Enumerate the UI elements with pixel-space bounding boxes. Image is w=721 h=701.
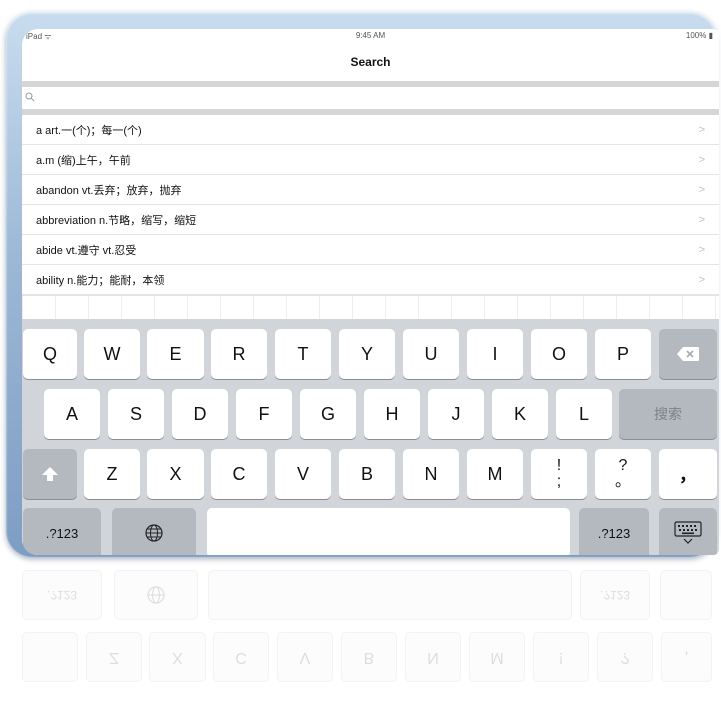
reflection-key: .?123 — [580, 570, 650, 620]
key-stack: ! ; — [557, 458, 561, 490]
search-field[interactable] — [22, 87, 719, 109]
list-item[interactable]: a art.一(个)；每一(个) > — [22, 115, 719, 145]
reflection-key: N — [405, 632, 461, 682]
chevron-right-icon: > — [698, 123, 705, 136]
status-bar: iPad ᯤ 9:45 AM 100% ▮ — [22, 29, 719, 42]
list-item-label: abide vt.遵守 vt.忍受 — [36, 244, 137, 257]
numbers-key-left[interactable]: .?123 — [23, 508, 101, 555]
key-top-char: ? — [618, 457, 628, 474]
reflection-key: .?123 — [22, 570, 102, 620]
reflection-key: V — [277, 632, 333, 682]
device-screen: iPad ᯤ 9:45 AM 100% ▮ Search a art.一(个)；… — [22, 29, 719, 555]
key-m[interactable]: M — [467, 449, 523, 499]
reflection-key: , — [661, 632, 712, 682]
key-y[interactable]: Y — [339, 329, 395, 379]
page-title: Search — [350, 54, 391, 69]
key-v[interactable]: V — [275, 449, 331, 499]
reflection-key — [660, 570, 712, 620]
numbers-key-right[interactable]: .?123 — [579, 508, 649, 555]
key-n[interactable]: N — [403, 449, 459, 499]
key-l[interactable]: L — [556, 389, 612, 439]
key-x[interactable]: X — [147, 449, 204, 499]
key-f[interactable]: F — [236, 389, 292, 439]
list-item[interactable]: ability n.能力；能耐，本领 > — [22, 265, 719, 295]
globe-key[interactable] — [112, 508, 196, 555]
globe-icon — [147, 586, 165, 604]
key-question-period[interactable]: ? 。 — [595, 449, 651, 499]
key-g[interactable]: G — [300, 389, 356, 439]
search-input[interactable] — [22, 87, 719, 109]
word-list: a art.一(个)；每一(个) > a.m (缩)上午，午前 > abando… — [22, 115, 719, 295]
list-item[interactable]: a.m (缩)上午，午前 > — [22, 145, 719, 175]
key-q[interactable]: Q — [23, 329, 77, 379]
key-t[interactable]: T — [275, 329, 331, 379]
reflection-globe-icon — [114, 570, 198, 620]
chevron-right-icon: > — [698, 243, 705, 256]
key-j[interactable]: J — [428, 389, 484, 439]
key-h[interactable]: H — [364, 389, 420, 439]
key-p[interactable]: P — [595, 329, 651, 379]
reflection-key: C — [213, 632, 269, 682]
reflection-key: X — [149, 632, 206, 682]
globe-icon — [145, 524, 163, 542]
hide-keyboard-key[interactable] — [659, 508, 717, 555]
device-frame: iPad ᯤ 9:45 AM 100% ▮ Search a art.一(个)；… — [6, 12, 719, 557]
list-item[interactable]: abandon vt.丢弃；放弃，抛弃 > — [22, 175, 719, 205]
key-w[interactable]: W — [84, 329, 140, 379]
backspace-icon — [677, 347, 699, 361]
list-item-label: abbreviation n.节略，缩写，缩短 — [36, 214, 197, 227]
search-key[interactable]: 搜索 — [619, 389, 717, 439]
key-c[interactable]: C — [211, 449, 267, 499]
status-time: 9:45 AM — [355, 31, 386, 40]
reflection-key: ? — [597, 632, 653, 682]
reflection-key: M — [469, 632, 525, 682]
key-a[interactable]: A — [44, 389, 100, 439]
list-item-label: a art.一(个)；每一(个) — [36, 124, 142, 137]
chevron-right-icon: > — [698, 273, 705, 286]
key-e[interactable]: E — [147, 329, 204, 379]
status-battery: 100% ▮ — [685, 31, 713, 40]
list-item-label: ability n.能力；能耐，本领 — [36, 274, 165, 287]
chevron-right-icon: > — [698, 153, 705, 166]
key-o[interactable]: O — [531, 329, 587, 379]
keyboard-hide-icon — [674, 521, 702, 544]
key-u[interactable]: U — [403, 329, 459, 379]
reflection-key — [22, 632, 78, 682]
chevron-right-icon: > — [698, 183, 705, 196]
keyboard-reflection: .?123 .?123 Z X C V B N M ! ? , — [22, 566, 712, 696]
key-d[interactable]: D — [172, 389, 228, 439]
key-k[interactable]: K — [492, 389, 548, 439]
key-comma[interactable]: ， — [659, 449, 717, 499]
space-key[interactable] — [207, 508, 570, 555]
navigation-bar: Search — [22, 42, 719, 82]
list-item-label: abandon vt.丢弃；放弃，抛弃 — [36, 184, 182, 197]
key-exclaim-semicolon[interactable]: ! ; — [531, 449, 587, 499]
reflection-key: B — [341, 632, 397, 682]
list-item[interactable]: abbreviation n.节略，缩写，缩短 > — [22, 205, 719, 235]
key-b[interactable]: B — [339, 449, 395, 499]
onscreen-keyboard: Q W E R T Y U I O P A S D F G H J K L 搜索… — [22, 319, 719, 555]
key-bottom-char: 。 — [614, 473, 631, 490]
key-z[interactable]: Z — [84, 449, 140, 499]
key-i[interactable]: I — [467, 329, 523, 379]
shift-icon — [42, 467, 58, 481]
search-icon — [25, 92, 35, 102]
shift-key[interactable] — [23, 449, 77, 499]
reflection-key — [208, 570, 572, 620]
key-bottom-char: ; — [556, 473, 562, 490]
chevron-right-icon: > — [698, 213, 705, 226]
key-stack: ? 。 — [615, 458, 631, 490]
key-r[interactable]: R — [211, 329, 267, 379]
key-top-char: ! — [556, 457, 562, 474]
search-bar — [22, 82, 719, 115]
backspace-key[interactable] — [659, 329, 717, 379]
list-item-label: a.m (缩)上午，午前 — [36, 154, 131, 167]
reflection-key: Z — [86, 632, 142, 682]
key-s[interactable]: S — [108, 389, 164, 439]
list-item[interactable]: abide vt.遵守 vt.忍受 > — [22, 235, 719, 265]
reflection-key: ! — [533, 632, 589, 682]
